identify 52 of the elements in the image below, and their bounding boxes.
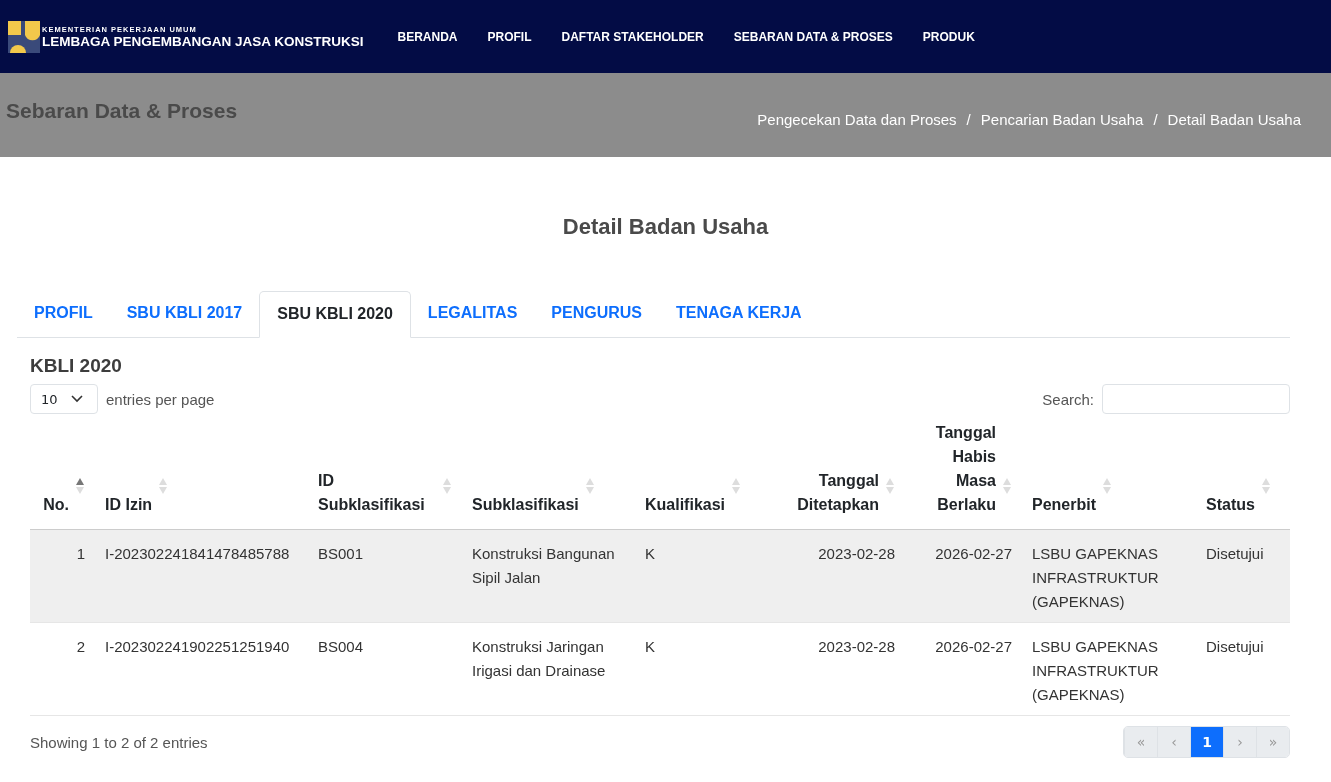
pagination-button[interactable]: 1 [1190,727,1223,757]
search-field[interactable] [1102,384,1290,414]
tab[interactable]: PROFIL [17,291,110,337]
table-cell: 2023-02-28 [818,545,895,562]
breadcrumb-separator: / [1153,110,1158,128]
nav-link[interactable]: DAFTAR STAKEHOLDER [561,29,704,44]
breadcrumb-separator: / [966,110,971,128]
table-cell: LSBU GAPEKNAS INFRASTRUKTUR (GAPEKNAS) [1032,545,1159,610]
column-header[interactable]: Tanggal Habis Masa Berlaku [915,421,996,517]
table-cell: 2 [76,638,85,655]
entries-label: entries per page [106,390,215,408]
table-cell: I-202302241902251251940 [105,638,290,655]
column-header[interactable]: ID Subklasifikasi [318,469,436,517]
table-cell: K [645,545,655,562]
search-label: Search: [1042,390,1094,408]
table-cell: Konstruksi Jaringan Irigasi dan Drainase [472,638,606,679]
column-header[interactable]: Penerbit [1032,493,1096,517]
tab[interactable]: TENAGA KERJA [659,291,819,337]
column-header[interactable]: Subklasifikasi [472,493,579,517]
table-info: Showing 1 to 2 of 2 entries [30,733,208,751]
table-cell: Disetujui [1206,545,1264,562]
column-header[interactable]: ID Izin [105,493,153,517]
tab[interactable]: SBU KBLI 2020 [259,291,411,338]
agency-name: LEMBAGA PENGEMBANGAN JASA KONSTRUKSI [42,33,364,49]
table-cell: Disetujui [1206,638,1264,655]
column-header[interactable]: Kualifikasi [645,493,726,517]
column-header[interactable]: No. [43,493,69,517]
tab[interactable]: SBU KBLI 2017 [109,291,260,337]
table-cell: 2026-02-27 [935,638,1012,655]
nav-link[interactable]: PROFIL [487,29,532,44]
section-title: KBLI 2020 [30,354,123,378]
chevron-down-icon [71,395,83,403]
table-cell: LSBU GAPEKNAS INFRASTRUKTUR (GAPEKNAS) [1032,638,1159,703]
table-cell: BS001 [318,545,364,562]
column-header[interactable]: Status [1206,493,1255,517]
nav-link[interactable]: SEBARAN DATA & PROSES [733,29,893,44]
table-cell: I-202302241841478485788 [105,545,290,562]
logo-icon [8,20,40,53]
nav-link[interactable]: BERANDA [397,29,458,44]
table-cell: 2026-02-27 [935,545,1012,562]
tab[interactable]: LEGALITAS [410,291,535,337]
banner-title: Sebaran Data & Proses [6,99,238,123]
table-cell: 2023-02-28 [818,638,895,655]
table-cell: BS004 [318,638,364,655]
table-cell: 1 [76,545,85,562]
tab[interactable]: PENGURUS [534,291,660,337]
table-cell: Konstruksi Bangunan Sipil Jalan [472,545,615,586]
page-title: Detail Badan Usaha [561,213,770,241]
column-header[interactable]: Tanggal Ditetapkan [767,469,879,517]
nav-link[interactable]: PRODUK [922,29,975,44]
table-cell: K [645,638,655,655]
entries-select[interactable]: 10 [30,384,98,414]
